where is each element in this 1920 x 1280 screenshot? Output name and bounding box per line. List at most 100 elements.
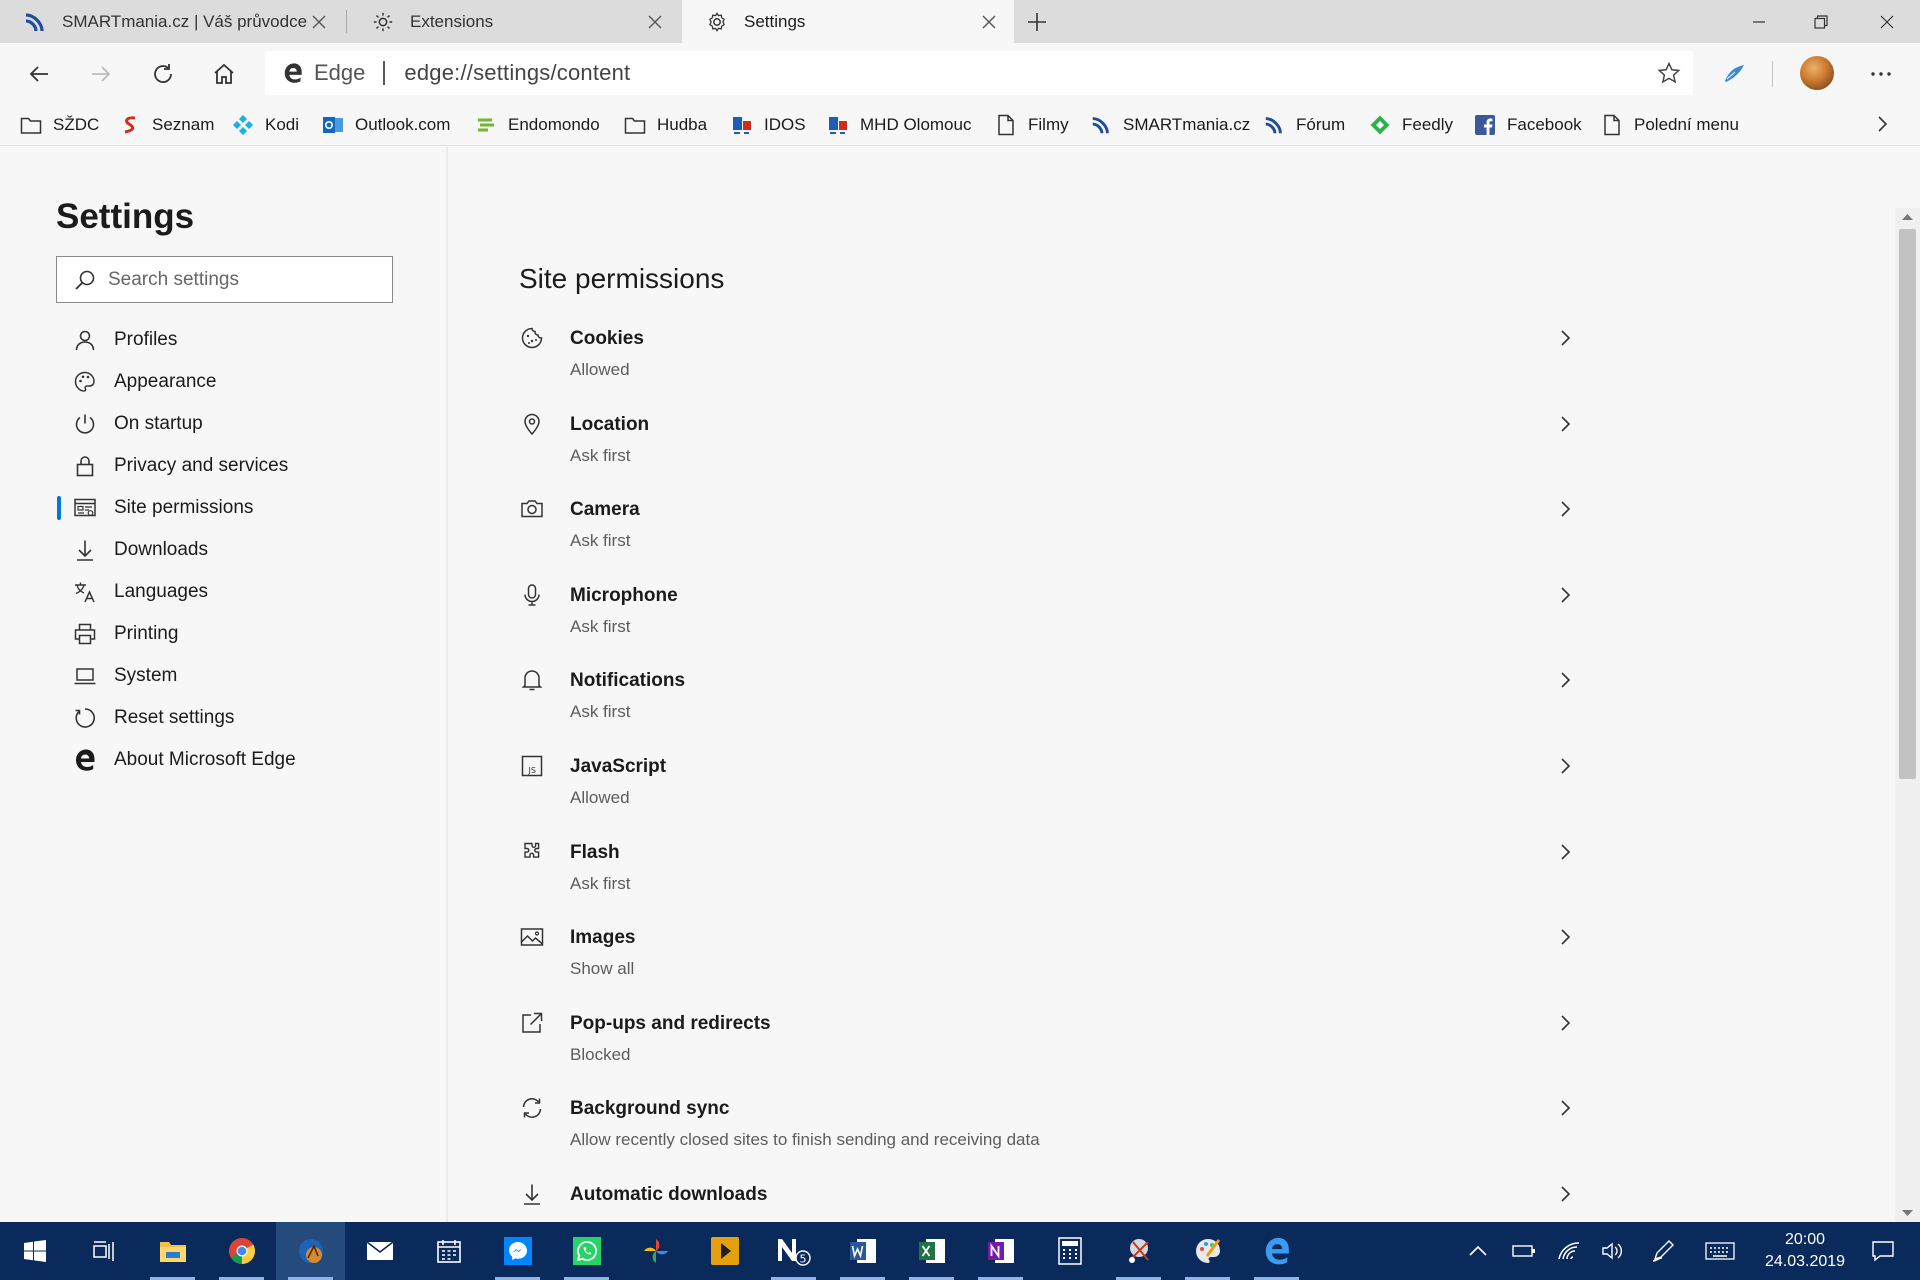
sidebar-item-printing[interactable]: Printing xyxy=(56,613,436,655)
excel-button[interactable] xyxy=(897,1222,966,1280)
wifi-icon[interactable] xyxy=(1552,1222,1586,1280)
paint-button[interactable] xyxy=(1173,1222,1242,1280)
favorite-endomondo[interactable]: Endomondo xyxy=(474,112,600,138)
sidebar-item-system[interactable]: System xyxy=(56,655,436,697)
sidebar-item-profiles[interactable]: Profiles xyxy=(56,319,436,361)
new-tab-button[interactable] xyxy=(1024,9,1050,35)
sidebar-item-downloads[interactable]: Downloads xyxy=(56,529,436,571)
whatsapp-button[interactable] xyxy=(552,1222,621,1280)
favorite-facebook[interactable]: Facebook xyxy=(1473,112,1582,138)
favorite-mhd-olomouc[interactable]: MHD Olomouc xyxy=(826,112,971,138)
sidebar-item-reset[interactable]: Reset settings xyxy=(56,697,436,739)
favorite-idos[interactable]: IDOS xyxy=(730,112,806,138)
permission-microphone[interactable]: Microphone Ask first xyxy=(519,582,1689,668)
tab-smartmania[interactable]: SMARTmania.cz | Váš průvodce s xyxy=(0,0,344,43)
word-button[interactable] xyxy=(828,1222,897,1280)
sidebar-item-about[interactable]: About Microsoft Edge xyxy=(56,739,436,781)
close-window-button[interactable] xyxy=(1856,0,1918,43)
permission-notifications[interactable]: Notifications Ask first xyxy=(519,667,1689,753)
chrome-button[interactable] xyxy=(207,1222,276,1280)
scroll-down-arrow-icon[interactable] xyxy=(1901,1208,1914,1218)
profile-avatar[interactable] xyxy=(1800,56,1834,90)
favorite-feedly[interactable]: Feedly xyxy=(1368,112,1453,138)
calendar-button[interactable] xyxy=(414,1222,483,1280)
favorite-hudba[interactable]: Hudba xyxy=(623,112,707,138)
back-button[interactable] xyxy=(19,54,59,94)
permission-cookies[interactable]: Cookies Allowed xyxy=(519,325,1689,411)
scroll-up-arrow-icon[interactable] xyxy=(1901,212,1914,222)
task-view-button[interactable] xyxy=(69,1222,138,1280)
permission-javascript[interactable]: JS JavaScript Allowed xyxy=(519,753,1689,839)
permission-status: Ask first xyxy=(570,445,631,465)
edge-canary-button[interactable] xyxy=(276,1222,345,1280)
sidebar-item-privacy[interactable]: Privacy and services xyxy=(56,445,436,487)
file-explorer-button[interactable] xyxy=(138,1222,207,1280)
calculator-button[interactable] xyxy=(1035,1222,1104,1280)
favorite-poledni-menu[interactable]: Polední menu xyxy=(1600,112,1739,138)
site-identity-label: Edge xyxy=(314,60,366,85)
permission-popups[interactable]: Pop-ups and redirects Blocked xyxy=(519,1010,1689,1096)
messenger-button[interactable] xyxy=(483,1222,552,1280)
edge-button[interactable] xyxy=(1242,1222,1311,1280)
chevron-right-icon xyxy=(1554,841,1576,863)
refresh-button[interactable] xyxy=(143,54,183,94)
permission-flash[interactable]: Flash Ask first xyxy=(519,839,1689,925)
permission-title: Location xyxy=(570,413,650,435)
content-scrollbar[interactable] xyxy=(1895,208,1920,1222)
sidebar-item-languages[interactable]: Languages xyxy=(56,571,436,613)
clock-date: 24.03.2019 xyxy=(1764,1253,1846,1270)
permission-automatic-downloads[interactable]: Automatic downloads xyxy=(519,1181,1689,1222)
touch-keyboard-icon[interactable] xyxy=(1700,1222,1740,1280)
address-bar[interactable]: Edge edge://settings/content xyxy=(265,51,1693,95)
tab-extensions[interactable]: Extensions xyxy=(348,0,680,43)
favorite-star-icon[interactable] xyxy=(1657,61,1681,85)
favorite-szdc[interactable]: SŽDC xyxy=(19,112,99,138)
tab-settings[interactable]: Settings xyxy=(682,0,1014,43)
permission-location[interactable]: Location Ask first xyxy=(519,411,1689,497)
close-icon[interactable] xyxy=(978,11,1000,33)
start-button[interactable] xyxy=(0,1222,69,1280)
minimize-button[interactable] xyxy=(1728,0,1790,43)
more-options-button[interactable] xyxy=(1861,54,1901,94)
favorite-kodi[interactable]: Kodi xyxy=(231,112,299,138)
permission-background-sync[interactable]: Background sync Allow recently closed si… xyxy=(519,1095,1689,1181)
close-icon[interactable] xyxy=(644,11,666,33)
sidebar-item-site-permissions[interactable]: Site permissions xyxy=(56,487,436,529)
sidebar-item-appearance[interactable]: Appearance xyxy=(56,361,436,403)
chevron-right-icon xyxy=(1554,669,1576,691)
action-center-icon[interactable] xyxy=(1858,1222,1908,1280)
close-icon[interactable] xyxy=(308,11,330,33)
onenote-button[interactable] xyxy=(966,1222,1035,1280)
forward-button[interactable] xyxy=(81,54,121,94)
onenote-notifications-button[interactable]: 5 xyxy=(759,1222,828,1280)
notification-count: 5 xyxy=(799,1253,806,1266)
favorite-forum[interactable]: Fórum xyxy=(1262,112,1345,138)
system-clock[interactable]: 20:00 24.03.2019 xyxy=(1750,1229,1860,1273)
scrollbar-thumb[interactable] xyxy=(1899,229,1916,779)
photos-button[interactable] xyxy=(621,1222,690,1280)
chevron-right-icon xyxy=(1554,1012,1576,1034)
show-hidden-icons-button[interactable] xyxy=(1461,1222,1495,1280)
permission-camera[interactable]: Camera Ask first xyxy=(519,496,1689,582)
permission-images[interactable]: Images Show all xyxy=(519,924,1689,1010)
favorite-filmy[interactable]: Filmy xyxy=(994,112,1069,138)
favorite-label: IDOS xyxy=(764,115,806,134)
search-box[interactable] xyxy=(56,256,393,303)
pen-workspace-icon[interactable] xyxy=(1646,1222,1680,1280)
favorite-smartmania[interactable]: SMARTmania.cz xyxy=(1089,112,1250,138)
snip-tool-button[interactable] xyxy=(1104,1222,1173,1280)
url-text[interactable]: edge://settings/content xyxy=(404,60,630,86)
extension-feather-button[interactable] xyxy=(1714,54,1754,94)
battery-icon[interactable] xyxy=(1507,1222,1541,1280)
mail-button[interactable] xyxy=(345,1222,414,1280)
volume-icon[interactable] xyxy=(1596,1222,1630,1280)
permission-status: Ask first xyxy=(570,616,631,636)
home-button[interactable] xyxy=(204,54,244,94)
plex-player-button[interactable] xyxy=(690,1222,759,1280)
sidebar-item-on-startup[interactable]: On startup xyxy=(56,403,436,445)
restore-button[interactable] xyxy=(1790,0,1852,43)
search-input[interactable] xyxy=(108,268,378,291)
chevron-right-icon[interactable] xyxy=(1870,112,1894,136)
favorite-seznam[interactable]: Seznam xyxy=(118,112,214,138)
favorite-outlook[interactable]: Outlook.com xyxy=(321,112,450,138)
